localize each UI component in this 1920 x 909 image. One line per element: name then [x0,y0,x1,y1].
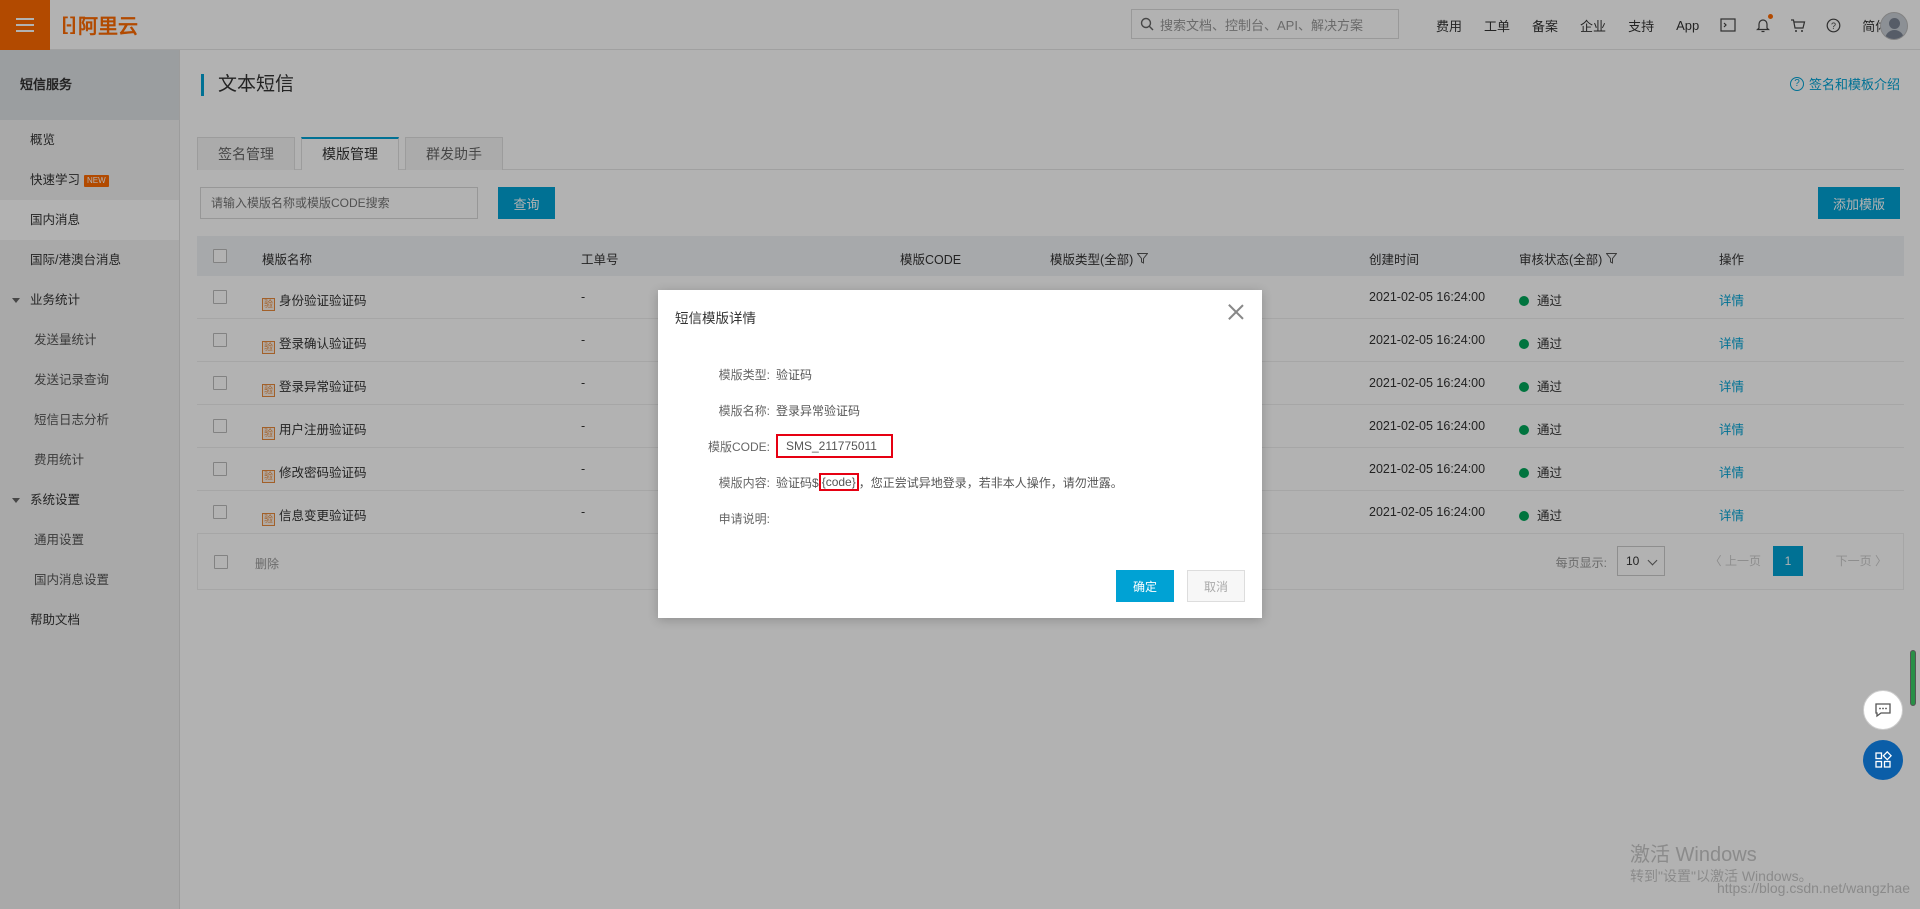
windows-activation-title: 激活 Windows [1630,844,1757,866]
field-apply-desc: 申请说明: [658,508,776,528]
field-label: 模版内容: [718,475,770,490]
apps-button[interactable] [1863,740,1903,780]
field-label: 模版名称: [718,403,770,418]
content-variable: {code} [818,473,859,491]
source-url-watermark: https://blog.csdn.net/wangzhae [1716,880,1910,896]
close-icon[interactable] [1228,304,1244,320]
field-label: 模版类型: [718,367,770,382]
content-prefix: 验证码$ [776,475,819,490]
content-suffix: ，您正尝试异地登录，若非本人操作，请勿泄露。 [858,475,1123,490]
field-template-content: 模版内容: 验证码$ {code} ，您正尝试异地登录，若非本人操作，请勿泄露。 [658,472,1123,492]
field-template-name: 模版名称: 登录异常验证码 [658,400,860,420]
field-template-type: 模版类型: 验证码 [658,364,812,384]
template-detail-dialog: 短信模版详情 模版类型: 验证码 模版名称: 登录异常验证码 模版CODE: S… [658,290,1262,618]
scroll-indicator[interactable] [1910,650,1916,706]
cancel-button[interactable]: 取消 [1187,570,1245,602]
field-value: 验证码 [776,367,813,382]
field-label: 模版CODE: [707,439,770,454]
confirm-button[interactable]: 确定 [1116,570,1174,602]
field-value: 登录异常验证码 [776,403,861,418]
apps-grid-icon [1875,751,1892,768]
dialog-title: 短信模版详情 [675,311,756,326]
chat-button[interactable] [1863,690,1903,730]
chat-icon [1875,703,1891,718]
template-code-value: SMS_211775011 [776,434,893,458]
field-template-code: 模版CODE: SMS_211775011 [658,434,893,458]
field-label: 申请说明: [718,511,770,526]
